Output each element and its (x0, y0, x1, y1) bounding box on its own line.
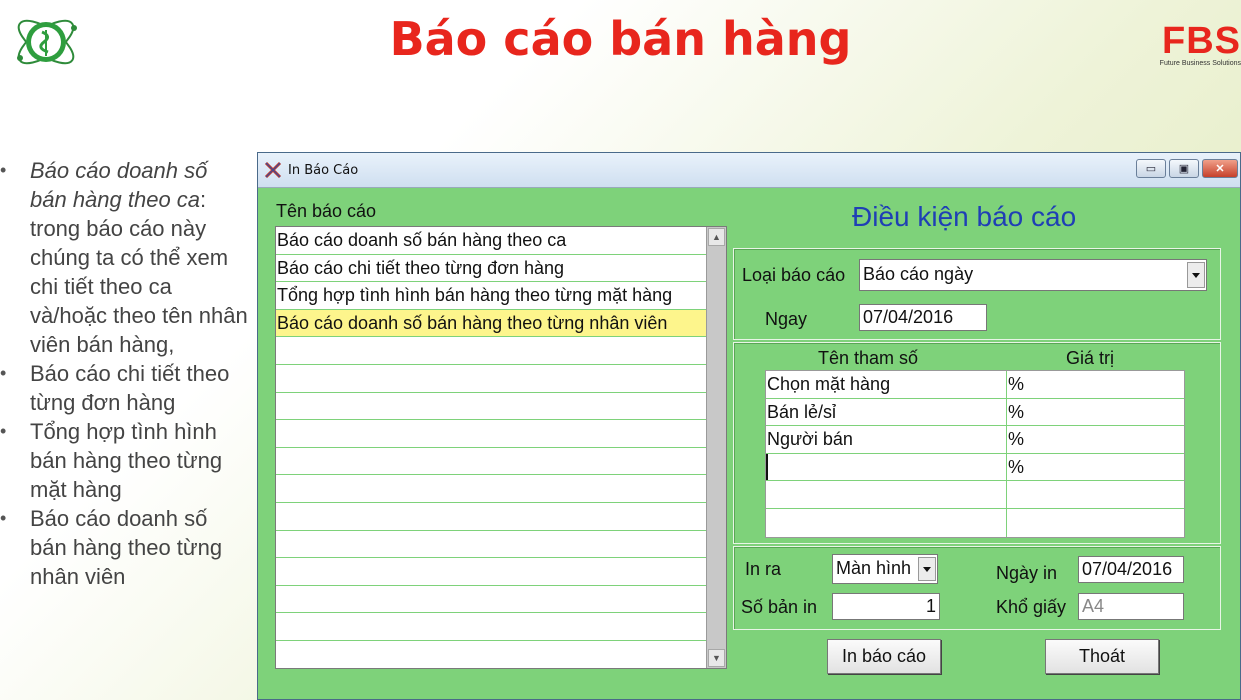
scroll-down-icon[interactable]: ▼ (708, 649, 725, 667)
list-item[interactable]: Tổng hợp tình hình bán hàng theo từng mặ… (276, 282, 706, 310)
minimize-button[interactable]: ▭ (1136, 159, 1166, 178)
param-value-cell[interactable] (1007, 481, 1184, 508)
table-row[interactable]: % (766, 453, 1184, 482)
param-name-header: Tên tham số (818, 348, 919, 368)
params-grid[interactable]: Chọn mặt hàng% Bán lẻ/sỉ% Người bán% % (765, 370, 1185, 538)
list-item[interactable] (276, 475, 706, 503)
list-item[interactable] (276, 558, 706, 586)
table-row[interactable] (766, 481, 1184, 509)
list-item[interactable] (276, 337, 706, 365)
list-item-selected[interactable]: Báo cáo doanh số bán hàng theo từng nhân… (276, 309, 706, 338)
report-type-select[interactable]: Báo cáo ngày (859, 259, 1207, 291)
bullet-text: Báo cáo doanh số bán hàng theo từng nhân… (30, 506, 223, 589)
param-name-cell[interactable] (766, 508, 1007, 537)
fbs-logo: FBS Future Business Solutions (1149, 22, 1241, 67)
list-item[interactable] (276, 448, 706, 476)
slide-title: Báo cáo bán hàng (389, 12, 852, 66)
list-item[interactable]: Báo cáo doanh số bán hàng theo ca (276, 227, 706, 255)
maximize-icon: ▣ (1178, 163, 1190, 175)
list-item[interactable] (276, 365, 706, 393)
bullet-list: Báo cáo doanh số bán hàng theo ca: trong… (0, 156, 250, 591)
report-list-label: Tên báo cáo (276, 201, 377, 221)
bullet-text: Tổng hợp tình hình bán hàng theo từng mặ… (30, 419, 223, 502)
param-name-cell[interactable]: Chọn mặt hàng (766, 371, 1007, 398)
chevron-down-icon[interactable] (1187, 262, 1205, 288)
copies-label: Số bản in (741, 597, 818, 617)
maximize-button[interactable]: ▣ (1169, 159, 1199, 178)
param-value-cell[interactable]: % (1007, 426, 1184, 453)
param-value-cell[interactable]: % (1007, 371, 1184, 398)
window-title: In Báo Cáo (288, 162, 359, 178)
report-type-value: Báo cáo ngày (863, 264, 974, 284)
table-row[interactable]: Người bán% (766, 426, 1184, 454)
list-item[interactable] (276, 613, 706, 641)
table-row[interactable] (766, 508, 1184, 537)
window-titlebar[interactable]: In Báo Cáo ▭ ▣ ✕ (258, 153, 1240, 188)
param-value-header: Giá trị (1066, 348, 1115, 368)
app-icon (264, 161, 282, 179)
scroll-up-icon[interactable]: ▲ (708, 228, 725, 246)
bullet-item: Tổng hợp tình hình bán hàng theo từng mặ… (0, 417, 250, 504)
print-date-field[interactable]: 07/04/2016 (1078, 556, 1184, 583)
fbs-logo-text: FBS (1162, 20, 1241, 62)
table-row[interactable]: Chọn mặt hàng% (766, 371, 1184, 399)
print-report-button[interactable]: In báo cáo (827, 639, 941, 674)
list-item[interactable] (276, 641, 706, 668)
chevron-down-icon[interactable] (918, 557, 936, 581)
bullet-item: Báo cáo doanh số bán hàng theo ca: trong… (0, 156, 250, 359)
list-item[interactable] (276, 503, 706, 531)
minimize-icon: ▭ (1145, 163, 1157, 175)
paper-field[interactable]: A4 (1078, 593, 1184, 620)
param-name-cell[interactable] (766, 481, 1007, 508)
param-name-cell[interactable]: Bán lẻ/sỉ (766, 398, 1007, 426)
output-label: In ra (745, 559, 782, 579)
bullet-text: Báo cáo chi tiết theo từng đơn hàng (30, 361, 230, 415)
list-item[interactable]: Báo cáo chi tiết theo từng đơn hàng (276, 255, 706, 283)
param-value-cell[interactable] (1007, 509, 1184, 537)
param-name-cell[interactable] (766, 453, 1007, 481)
param-name-cell[interactable]: Người bán (766, 426, 1007, 453)
bullet-item: Báo cáo doanh số bán hàng theo từng nhân… (0, 504, 250, 591)
bullet-item: Báo cáo chi tiết theo từng đơn hàng (0, 359, 250, 417)
output-value: Màn hình (836, 558, 912, 578)
fbs-logo-subtitle: Future Business Solutions (1159, 60, 1241, 67)
report-listbox[interactable]: Báo cáo doanh số bán hàng theo ca Báo cá… (275, 226, 727, 669)
print-date-label: Ngày in (996, 563, 1058, 583)
list-item[interactable] (276, 531, 706, 559)
copies-field[interactable]: 1 (832, 593, 940, 620)
date-label: Ngay (765, 309, 808, 329)
conditions-title: Điều kiện báo cáo (852, 201, 1077, 232)
exit-button[interactable]: Thoát (1045, 639, 1159, 674)
bullet-text: : trong báo cáo này chúng ta có thể xem … (30, 187, 248, 357)
date-field[interactable]: 07/04/2016 (859, 304, 987, 331)
output-select[interactable]: Màn hình (832, 554, 938, 584)
list-scrollbar[interactable]: ▲ ▼ (706, 227, 726, 668)
print-report-window: In Báo Cáo ▭ ▣ ✕ Tên báo cáo Báo cáo doa… (257, 152, 1241, 700)
table-row[interactable]: Bán lẻ/sỉ% (766, 398, 1184, 427)
param-value-cell[interactable]: % (1007, 454, 1184, 481)
param-value-cell[interactable]: % (1007, 399, 1184, 426)
list-item[interactable] (276, 393, 706, 421)
report-type-label: Loại báo cáo (742, 265, 846, 285)
bullet-emphasis: Báo cáo doanh số bán hàng theo ca (30, 158, 208, 212)
list-item[interactable] (276, 420, 706, 448)
close-icon: ✕ (1215, 163, 1225, 175)
close-button[interactable]: ✕ (1202, 159, 1238, 178)
paper-label: Khổ giấy (996, 597, 1067, 617)
list-item[interactable] (276, 586, 706, 614)
